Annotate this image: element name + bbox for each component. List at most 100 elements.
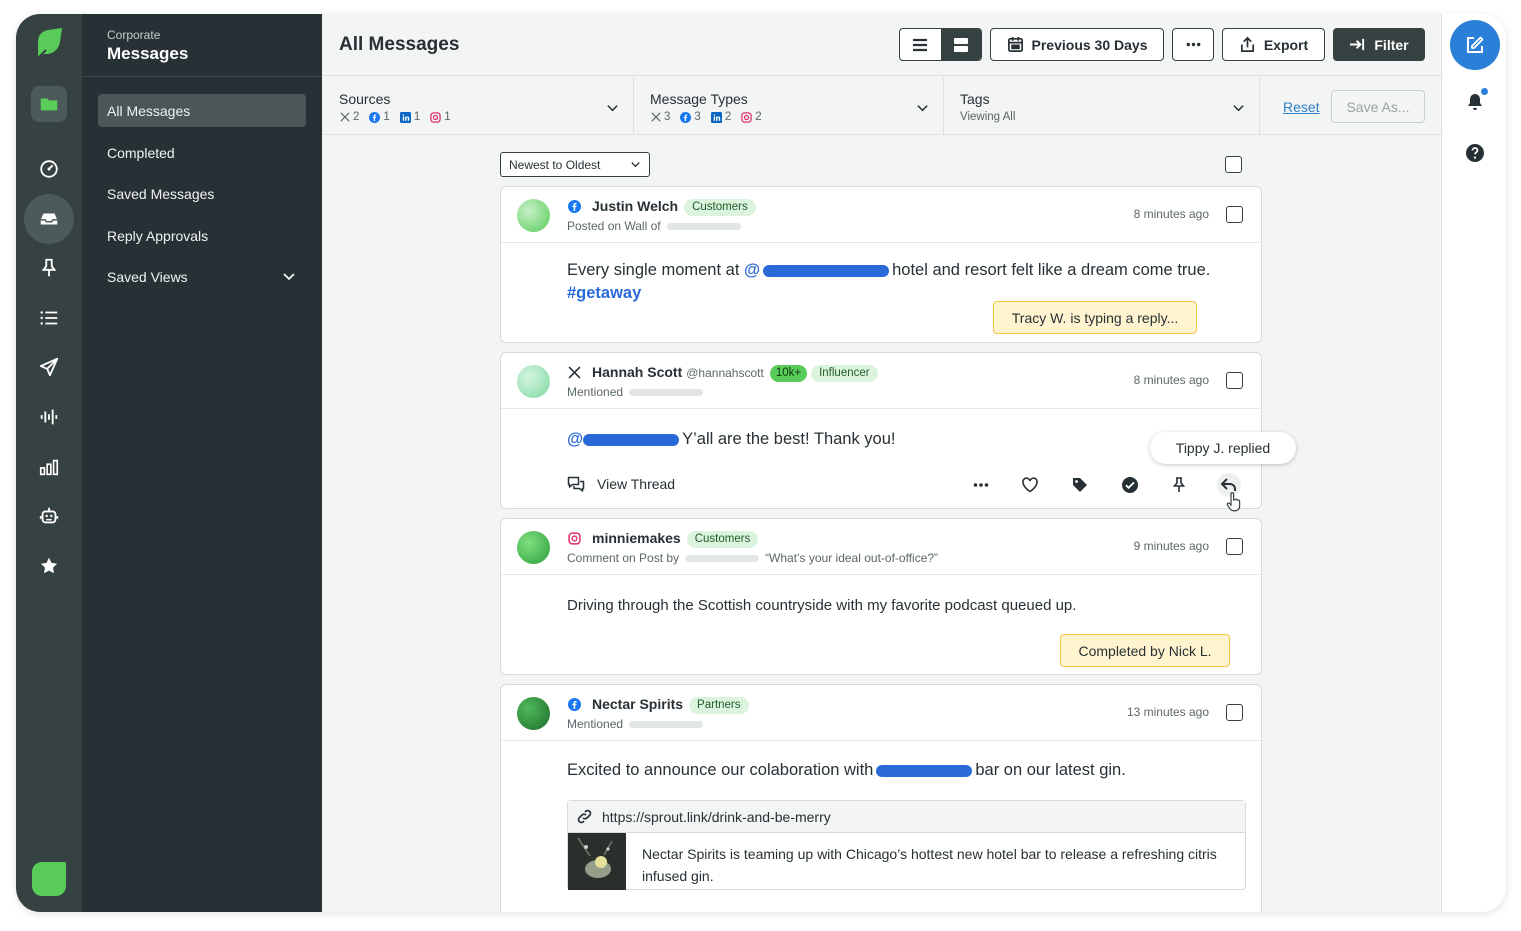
typing-notice: Tracy W. is typing a reply... [993,301,1197,334]
save-as-button[interactable]: Save As... [1331,90,1425,123]
message-checkbox[interactable] [1226,206,1243,223]
message-text-part: Excited to announce our colaboration wit… [567,761,874,779]
hashtag-link[interactable]: #getaway [567,284,641,302]
nav-section-label: Corporate [107,28,161,42]
sources-counts: 2 1 1 1 [339,111,633,123]
chevron-down-icon [1233,105,1244,112]
export-button[interactable]: Export [1222,28,1325,61]
message-checkbox[interactable] [1226,538,1243,555]
author-name[interactable]: Nectar Spirits Partners [592,696,749,714]
bot-icon[interactable] [24,491,74,541]
select-all-checkbox[interactable] [1225,156,1242,173]
export-icon [1240,36,1254,52]
conversation-icon [567,476,585,492]
dashboard-icon[interactable] [24,144,74,194]
nav-item-label: Completed [107,144,175,161]
page-header: All Messages Previous 30 Days Export Fil… [322,14,1441,76]
author-name[interactable]: minniemakes Customers [592,530,759,548]
compose-button[interactable] [1450,20,1500,70]
redacted-placeholder [666,222,741,230]
inbox-icon[interactable] [24,194,74,244]
message-checkbox[interactable] [1226,704,1243,721]
link-description: Nectar Spirits is teaming up with Chicag… [642,846,1217,884]
x-network-icon [650,112,661,123]
sprout-logo-icon[interactable] [34,28,64,62]
help-icon[interactable] [1465,143,1485,163]
section-nav: Corporate Messages All Messages Complete… [82,14,322,912]
nav-title: Messages [107,44,189,63]
message-types-filter[interactable]: Message Types 3 3 2 2 [633,77,943,135]
like-button[interactable] [1018,473,1042,497]
filter-button[interactable]: Filter [1333,28,1425,61]
message-text-part: hotel and resort felt like a dream come … [892,261,1211,279]
link-preview[interactable]: https://sprout.link/drink-and-be-merry N… [567,800,1246,890]
message-text: Driving through the Scottish countryside… [567,597,1077,614]
tags-filter[interactable]: Tags Viewing All [943,77,1259,135]
tags-filter-label: Tags [960,91,990,107]
nav-item-label: Saved Views [107,268,188,285]
sources-filter[interactable]: Sources 2 1 1 1 [322,77,633,135]
author-name[interactable]: Justin Welch Customers [592,198,756,216]
message-card[interactable]: minniemakes Customers Comment on Post by … [500,518,1262,675]
message-timestamp: 8 minutes ago [1133,207,1209,221]
message-header: Nectar Spirits Partners Mentioned 13 minu… [501,685,1261,741]
message-meta: Comment on Post by “What’s your ideal ou… [567,551,938,565]
nav-item-completed[interactable]: Completed [98,136,306,169]
link-url[interactable]: https://sprout.link/drink-and-be-merry [602,809,831,825]
nav-item-all-messages[interactable]: All Messages [98,94,306,127]
reports-icon[interactable] [24,442,74,492]
tag-badge: Partners [689,697,749,714]
send-icon[interactable] [24,342,74,392]
link-preview-header: https://sprout.link/drink-and-be-merry [568,801,1245,833]
avatar[interactable] [517,697,550,730]
tag-button[interactable] [1068,473,1092,497]
types-facebook-count: 3 [694,111,701,123]
link-icon [577,809,592,824]
more-actions-button[interactable] [969,473,993,497]
chevron-down-icon [631,162,640,168]
linkedin-icon [710,111,722,123]
view-thread-button[interactable]: View Thread [567,475,675,493]
tag-badge: Customers [684,199,756,216]
message-checkbox[interactable] [1226,372,1243,389]
x-network-icon [568,366,581,379]
list-view-button[interactable] [900,29,941,60]
x-network-icon [339,112,350,123]
filter-panel-icon [1350,38,1365,51]
message-card[interactable]: Justin Welch Customers Posted on Wall of … [500,186,1262,343]
nav-item-saved-views[interactable]: Saved Views [98,260,306,293]
nav-item-saved-messages[interactable]: Saved Messages [98,177,306,210]
audio-listening-icon[interactable] [24,392,74,442]
avatar[interactable] [517,199,550,232]
bell-icon[interactable] [1465,92,1485,112]
reply-tooltip: Tippy J. replied [1150,432,1296,464]
nav-item-label: All Messages [107,102,191,119]
message-card[interactable]: Hannah Scott @hannahscott 10k+ Influencer M… [500,352,1262,509]
tag-icon [1073,478,1087,492]
nav-item-reply-approvals[interactable]: Reply Approvals [98,219,306,252]
linkedin-icon [399,111,411,123]
mention-at: @ [744,261,761,279]
message-card[interactable]: Nectar Spirits Partners Mentioned 13 minu… [500,684,1262,912]
author-name[interactable]: Hannah Scott @hannahscott 10k+ Influencer [592,364,878,382]
message-types-filter-label: Message Types [650,91,748,107]
redacted-placeholder [629,720,704,728]
avatar[interactable] [517,365,550,398]
pin-icon[interactable] [24,243,74,293]
list-icon[interactable] [24,293,74,343]
complete-button[interactable] [1118,473,1142,497]
folder-icon[interactable] [31,86,67,122]
card-view-button[interactable] [940,29,981,60]
star-icon[interactable] [24,541,74,591]
date-range-button[interactable]: Previous 30 Days [990,28,1164,61]
app-window: Corporate Messages All Messages Complete… [16,14,1506,912]
avatar[interactable] [517,531,550,564]
reset-filters-link[interactable]: Reset [1283,99,1320,115]
filter-divider [1259,77,1260,135]
pin-button[interactable] [1167,473,1191,497]
more-options-button[interactable] [1172,28,1214,61]
completed-notice: Completed by Nick L. [1060,634,1230,667]
sort-select[interactable]: Newest to Oldest [500,152,650,177]
meta-text: Comment on Post by [567,551,680,565]
brand-badge-icon[interactable] [32,862,66,896]
